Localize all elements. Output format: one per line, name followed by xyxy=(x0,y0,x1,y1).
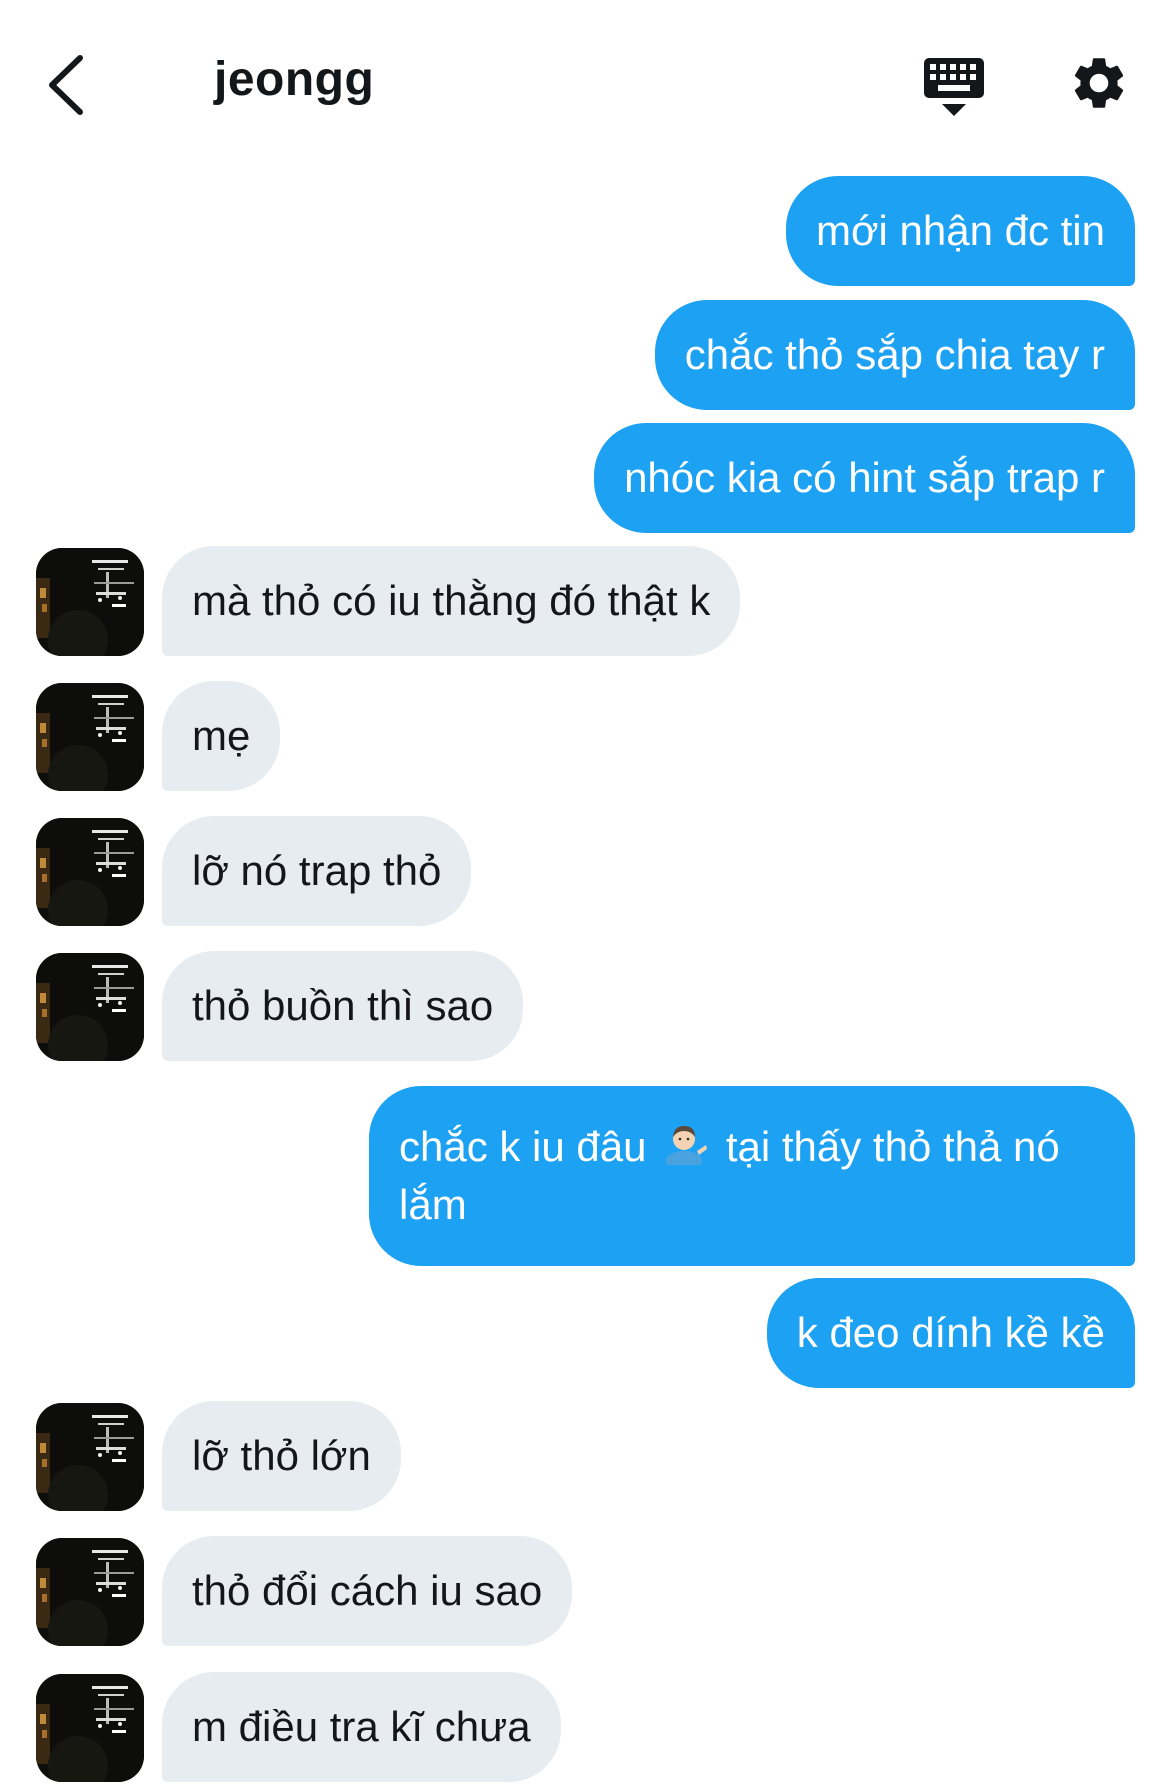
avatar[interactable] xyxy=(36,1674,144,1782)
incoming-message-bubble[interactable]: lỡ nó trap thỏ xyxy=(162,816,472,926)
outgoing-message-bubble[interactable]: mới nhận đc tin xyxy=(785,176,1135,286)
incoming-message-bubble[interactable]: lỡ thỏ lớn xyxy=(162,1401,401,1511)
message-row: lỡ thỏ lớn xyxy=(0,1401,1170,1511)
incoming-message-bubble[interactable]: thỏ buồn thì sao xyxy=(162,951,524,1061)
message-row: lỡ nó trap thỏ xyxy=(0,816,1170,926)
message-row: thỏ đổi cách iu sao xyxy=(0,1536,1170,1646)
avatar[interactable] xyxy=(36,818,144,926)
message-row: mà thỏ có iu thằng đó thật k xyxy=(0,546,1170,656)
outgoing-message-bubble[interactable]: k đeo dính kề kề xyxy=(766,1278,1135,1388)
message-row: m điều tra kĩ chưa xyxy=(0,1672,1170,1782)
avatar[interactable] xyxy=(36,548,144,656)
avatar[interactable] xyxy=(36,1538,144,1646)
man-tipping-hand-emoji xyxy=(664,1121,708,1178)
message-row: thỏ buồn thì sao xyxy=(0,951,1170,1061)
message-row: nhóc kia có hint sắp trap r xyxy=(0,423,1170,533)
message-row: mẹ xyxy=(0,681,1170,791)
message-text: chắc k iu đâu tại thấy thỏ thả nó lắm xyxy=(399,1120,1105,1232)
message-row: mới nhận đc tin xyxy=(0,176,1170,286)
outgoing-message-bubble[interactable]: chắc k iu đâu tại thấy thỏ thả nó lắm xyxy=(369,1086,1135,1266)
incoming-message-bubble[interactable]: mà thỏ có iu thằng đó thật k xyxy=(162,546,741,656)
avatar[interactable] xyxy=(36,1403,144,1511)
avatar[interactable] xyxy=(36,953,144,1061)
message-list[interactable]: mới nhận đc tin chắc thỏ sắp chia tay r … xyxy=(0,0,1170,1790)
message-text-part: chắc k iu đâu xyxy=(399,1122,647,1170)
incoming-message-bubble[interactable]: mẹ xyxy=(162,681,281,791)
avatar[interactable] xyxy=(36,683,144,791)
incoming-message-bubble[interactable]: thỏ đổi cách iu sao xyxy=(162,1536,573,1646)
message-row: chắc thỏ sắp chia tay r xyxy=(0,300,1170,410)
message-row: chắc k iu đâu tại thấy thỏ thả nó lắm xyxy=(0,1086,1170,1266)
outgoing-message-bubble[interactable]: chắc thỏ sắp chia tay r xyxy=(654,300,1135,410)
incoming-message-bubble[interactable]: m điều tra kĩ chưa xyxy=(162,1672,561,1782)
message-row: k đeo dính kề kề xyxy=(0,1278,1170,1388)
outgoing-message-bubble[interactable]: nhóc kia có hint sắp trap r xyxy=(594,423,1135,533)
